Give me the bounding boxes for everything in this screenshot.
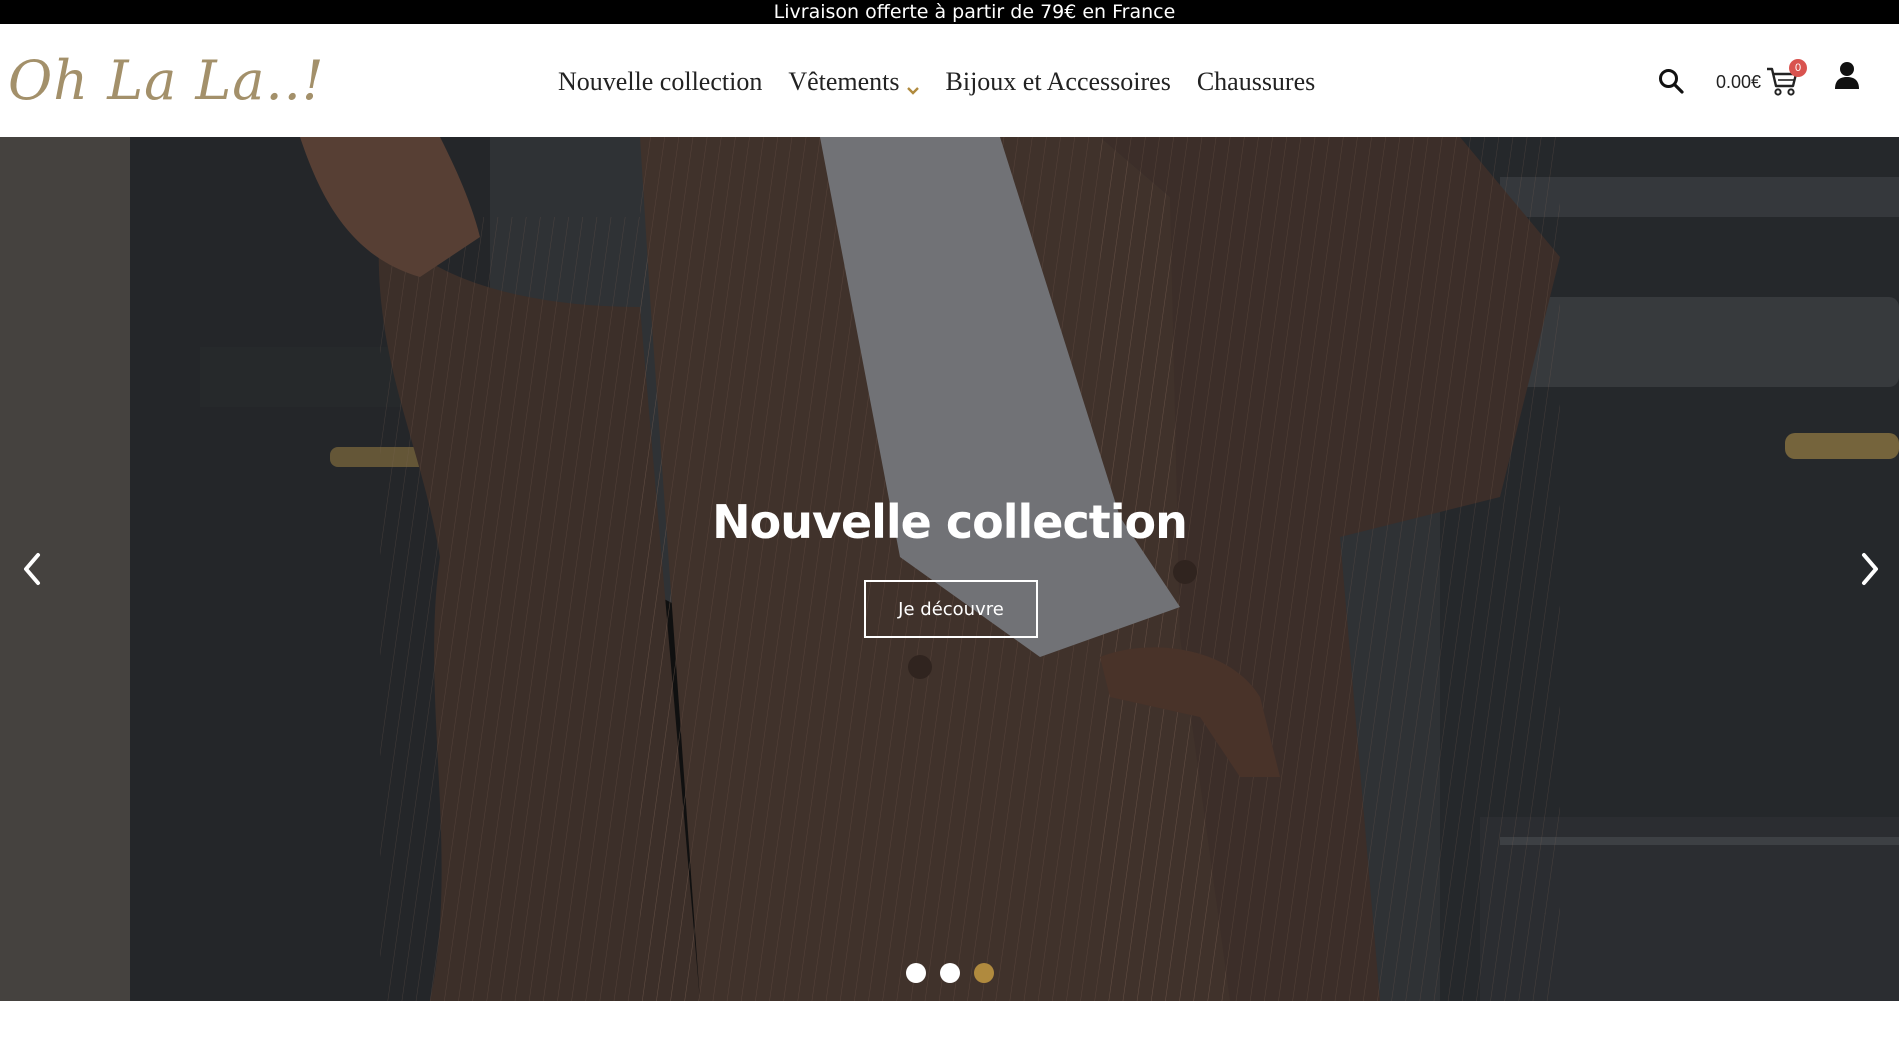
slider-dots (906, 963, 994, 983)
site-header: Oh La La..! Nouvelle collection Vêtement… (0, 24, 1899, 137)
nav-item-label: Chaussures (1196, 67, 1316, 96)
chevron-right-icon (1862, 553, 1878, 585)
announcement-bar: Livraison offerte à partir de 79€ en Fra… (0, 0, 1899, 24)
cart-total: 0.00€ (1716, 71, 1762, 92)
search-icon (1659, 69, 1684, 94)
nav-item-vetements[interactable]: Vêtements (788, 67, 919, 97)
brand-logo[interactable]: Oh La La..! (8, 50, 325, 112)
account-button[interactable] (1832, 60, 1862, 92)
slider-dot-1[interactable] (906, 963, 926, 983)
hero-image (0, 137, 1899, 1001)
nav-item-chaussures[interactable]: Chaussures (1197, 67, 1315, 97)
hero-title: Nouvelle collection (712, 495, 1188, 549)
search-button[interactable] (1657, 67, 1685, 95)
nav-item-bijoux-accessoires[interactable]: Bijoux et Accessoires (946, 67, 1171, 97)
chevron-down-icon (906, 75, 920, 95)
slider-dot-2[interactable] (940, 963, 960, 983)
nav-item-nouvelle-collection[interactable]: Nouvelle collection (558, 67, 762, 97)
nav-item-label: Nouvelle collection (558, 67, 763, 96)
slider-next-button[interactable] (1858, 549, 1882, 589)
discover-button[interactable]: Je découvre (864, 580, 1038, 638)
user-icon (1835, 62, 1859, 89)
chevron-left-icon (24, 553, 40, 585)
slider-prev-button[interactable] (20, 549, 44, 589)
slider-dot-3[interactable] (974, 963, 994, 983)
cart-count-badge: 0 (1789, 59, 1808, 77)
nav-item-label: Bijoux et Accessoires (945, 67, 1171, 96)
nav-item-label: Vêtements (788, 67, 900, 96)
hero-slider: Nouvelle collection Je découvre (0, 137, 1899, 1001)
main-nav: Nouvelle collection Vêtements Bijoux et … (558, 64, 1341, 100)
cart-button[interactable]: 0.00€ 0 (1716, 59, 1808, 102)
announcement-text: Livraison offerte à partir de 79€ en Fra… (773, 1, 1176, 23)
